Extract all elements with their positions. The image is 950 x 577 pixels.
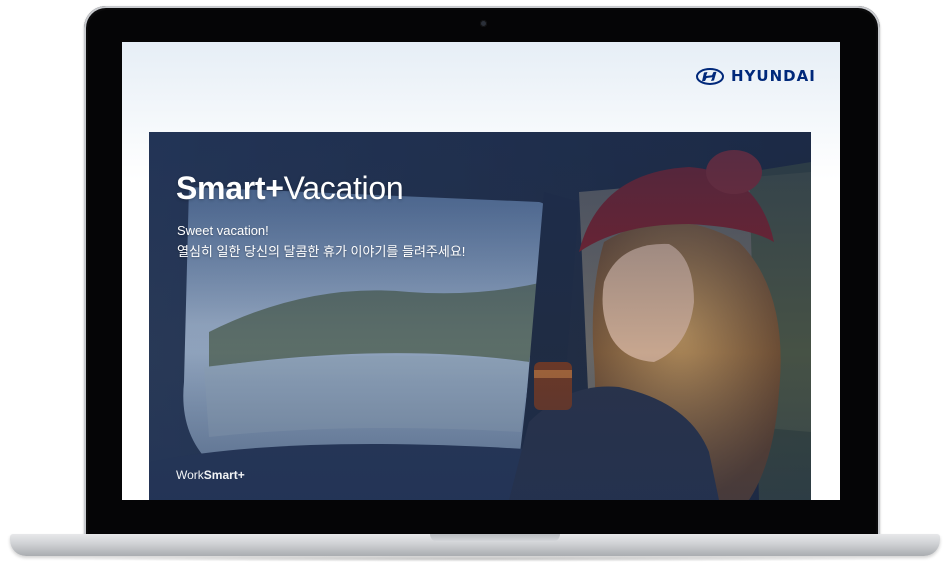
laptop-shadow xyxy=(40,556,910,562)
laptop-base xyxy=(10,534,940,556)
subtitle-line-korean: 열심히 일한 당신의 달콤한 휴가 이야기를 들려주세요! xyxy=(177,244,466,259)
worksmart-logo: WorkSmart+ xyxy=(176,468,245,482)
hyundai-emblem-icon xyxy=(696,67,724,85)
laptop-opening-notch xyxy=(430,534,560,542)
footer-brand-bold: Smart+ xyxy=(203,468,245,482)
title-vacation: Vacation xyxy=(283,170,404,206)
laptop-screen: HYUNDAI Smart+Vacation Sweet vacation! 열… xyxy=(122,42,840,500)
footer-brand-regular: Work xyxy=(176,468,204,482)
subtitle-line-english: Sweet vacation! xyxy=(177,223,269,238)
title-smart-plus: Smart+ xyxy=(176,170,284,206)
page-title: Smart+Vacation xyxy=(176,170,404,207)
hero-subtitle: Sweet vacation! 열심히 일한 당신의 달콤한 휴가 이야기를 들… xyxy=(177,220,465,262)
brand-name: HYUNDAI xyxy=(731,67,816,85)
hyundai-logo[interactable]: HYUNDAI xyxy=(696,67,816,85)
hero-banner: Smart+Vacation Sweet vacation! 열심히 일한 당신… xyxy=(149,132,811,500)
webcam-icon xyxy=(480,20,487,27)
